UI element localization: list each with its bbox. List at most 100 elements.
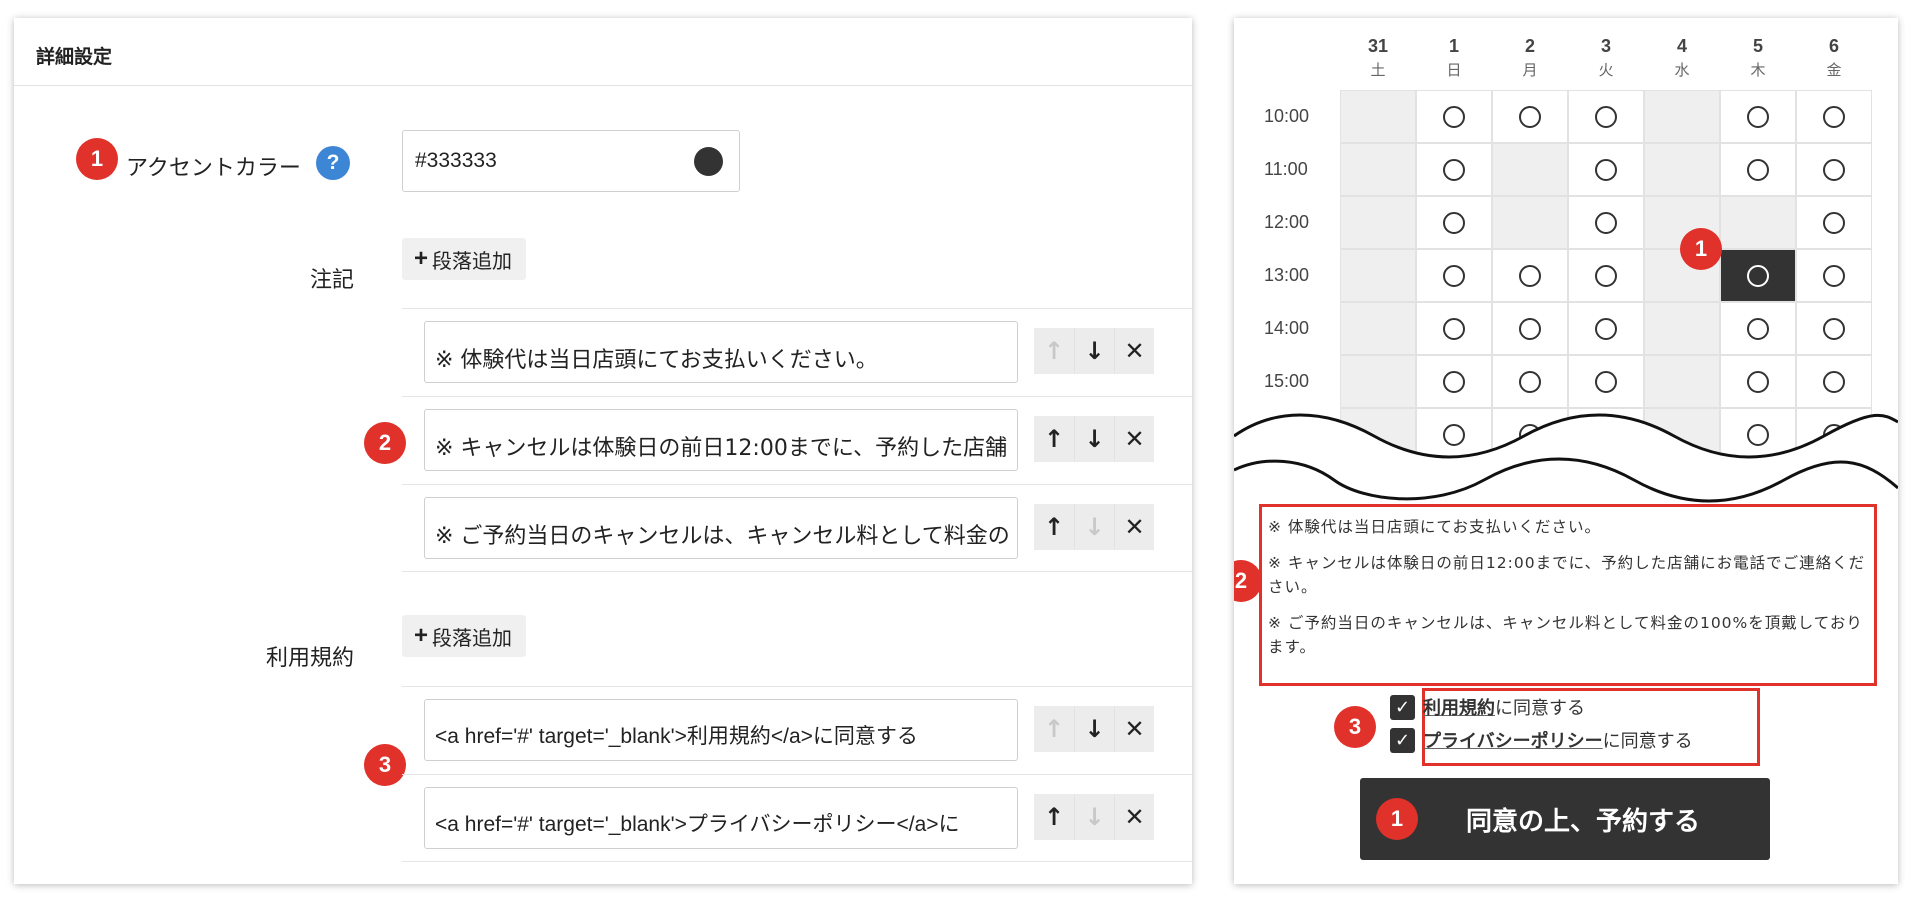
slot-available[interactable] bbox=[1720, 143, 1796, 196]
slot-available[interactable] bbox=[1416, 302, 1492, 355]
remove-button[interactable]: ✕ bbox=[1114, 794, 1154, 840]
paragraph-input[interactable]: <a href='#' target='_blank'>利用規約</a>に同意す… bbox=[424, 699, 1018, 761]
booking-preview-panel: 31 土 1 日 2 月 3 火 4 水 5 木 6 金 10:00 11:00 12:00 13:00 14:00… bbox=[1234, 18, 1898, 884]
note-paragraph: ※ 体験代は当日店頭にてお支払いください。 bbox=[1268, 518, 1601, 536]
slot-available[interactable] bbox=[1568, 143, 1644, 196]
slot-available[interactable] bbox=[1796, 302, 1872, 355]
slot-available[interactable] bbox=[1568, 90, 1644, 143]
move-down-button[interactable]: ↓ bbox=[1074, 504, 1114, 550]
paragraph-input[interactable]: <a href='#' target='_blank'>プライバシーポリシー</… bbox=[424, 787, 1018, 849]
slot-available[interactable] bbox=[1416, 355, 1492, 408]
slot-available[interactable] bbox=[1416, 90, 1492, 143]
remove-button[interactable]: ✕ bbox=[1114, 328, 1154, 374]
day-header: 4水 bbox=[1644, 36, 1720, 80]
privacy-policy-link[interactable]: プライバシーポリシー bbox=[1423, 727, 1603, 753]
slot-unavailable bbox=[1492, 143, 1568, 196]
privacy-consent-row[interactable]: ✓ プライバシーポリシー に同意する bbox=[1390, 727, 1693, 753]
slot-available[interactable] bbox=[1416, 143, 1492, 196]
slot-available[interactable] bbox=[1796, 90, 1872, 143]
paragraph-row: <a href='#' target='_blank'>プライバシーポリシー</… bbox=[402, 774, 1192, 862]
time-label: 10:00 bbox=[1264, 106, 1310, 126]
slot-unavailable bbox=[1644, 355, 1720, 408]
available-circle-icon bbox=[1519, 264, 1541, 287]
slot-available[interactable] bbox=[1492, 302, 1568, 355]
day-header: 1日 bbox=[1416, 36, 1492, 80]
slot-selected[interactable] bbox=[1720, 249, 1796, 302]
terms-add-paragraph-button[interactable]: + 段落追加 bbox=[402, 615, 527, 657]
slot-unavailable bbox=[1340, 249, 1416, 302]
remove-button[interactable]: ✕ bbox=[1114, 416, 1154, 462]
day-header: 31 土 bbox=[1340, 36, 1416, 80]
available-circle-icon bbox=[1747, 370, 1769, 393]
day-number: 31 bbox=[1367, 36, 1389, 56]
available-circle-icon bbox=[1595, 317, 1617, 340]
submit-reservation-button[interactable]: 1 同意の上、予約する bbox=[1360, 778, 1770, 860]
paragraph-input[interactable]: ※ ご予約当日のキャンセルは、キャンセル料として料金の bbox=[424, 497, 1018, 559]
plus-icon: + bbox=[414, 622, 429, 649]
slot-unavailable bbox=[1644, 90, 1720, 143]
slot-available[interactable] bbox=[1568, 249, 1644, 302]
weekday-name: 金 bbox=[1826, 62, 1842, 79]
slot-available[interactable] bbox=[1796, 143, 1872, 196]
paragraph-input[interactable]: ※ 体験代は当日店頭にてお支払いください。 bbox=[424, 321, 1018, 383]
slot-unavailable bbox=[1644, 302, 1720, 355]
remove-button[interactable]: ✕ bbox=[1114, 706, 1154, 752]
add-paragraph-label: 段落追加 bbox=[432, 248, 513, 273]
move-up-button[interactable]: ↑ bbox=[1034, 706, 1074, 752]
available-circle-icon bbox=[1519, 370, 1541, 393]
accent-color-value: #333333 bbox=[415, 149, 497, 172]
paragraph-row: <a href='#' target='_blank'>利用規約</a>に同意す… bbox=[402, 686, 1192, 774]
slot-available[interactable] bbox=[1796, 196, 1872, 249]
checkbox-checked-icon[interactable]: ✓ bbox=[1390, 694, 1415, 720]
move-up-button[interactable]: ↑ bbox=[1034, 794, 1074, 840]
move-up-button[interactable]: ↑ bbox=[1034, 328, 1074, 374]
time-label: 15:00 bbox=[1264, 371, 1310, 391]
available-circle-icon bbox=[1443, 264, 1465, 287]
row-controls: ↑ ↓ ✕ bbox=[1034, 328, 1154, 374]
slot-unavailable bbox=[1340, 302, 1416, 355]
slot-available[interactable] bbox=[1720, 302, 1796, 355]
slot-available[interactable] bbox=[1568, 302, 1644, 355]
slot-available[interactable] bbox=[1492, 355, 1568, 408]
slot-available[interactable] bbox=[1720, 90, 1796, 143]
slot-available[interactable] bbox=[1796, 355, 1872, 408]
consent-suffix: に同意する bbox=[1495, 698, 1585, 719]
available-circle-icon bbox=[1747, 264, 1769, 287]
slot-available[interactable] bbox=[1796, 249, 1872, 302]
available-circle-icon bbox=[1595, 105, 1617, 128]
day-number: 5 bbox=[1752, 36, 1763, 56]
slot-available[interactable] bbox=[1492, 90, 1568, 143]
terms-consent-row[interactable]: ✓ 利用規約 に同意する bbox=[1390, 694, 1585, 720]
day-number: 1 bbox=[1448, 36, 1459, 56]
day-number: 4 bbox=[1676, 36, 1687, 56]
annotation-badge-1: 1 bbox=[1680, 228, 1722, 270]
move-down-button[interactable]: ↓ bbox=[1074, 328, 1114, 374]
day-number: 3 bbox=[1600, 36, 1611, 56]
slot-unavailable bbox=[1720, 196, 1796, 249]
annotation-badge-3: 3 bbox=[1334, 706, 1376, 748]
paragraph-input[interactable]: ※ キャンセルは体験日の前日12:00までに、予約した店舗 bbox=[424, 409, 1018, 471]
move-up-button[interactable]: ↑ bbox=[1034, 504, 1074, 550]
slot-available[interactable] bbox=[1568, 355, 1644, 408]
checkbox-checked-icon[interactable]: ✓ bbox=[1390, 727, 1415, 753]
slot-available[interactable] bbox=[1416, 249, 1492, 302]
slot-available[interactable] bbox=[1492, 249, 1568, 302]
terms-link[interactable]: 利用規約 bbox=[1423, 694, 1495, 720]
slot-available[interactable] bbox=[1568, 196, 1644, 249]
accent-color-input[interactable]: #333333 bbox=[402, 130, 740, 192]
weekday-name: 水 bbox=[1674, 62, 1690, 79]
remove-button[interactable]: ✕ bbox=[1114, 504, 1154, 550]
notes-add-paragraph-button[interactable]: + 段落追加 bbox=[402, 238, 527, 280]
consent-suffix: に同意する bbox=[1602, 731, 1693, 752]
available-circle-icon bbox=[1823, 370, 1845, 393]
color-swatch-icon[interactable] bbox=[694, 147, 723, 176]
slot-available[interactable] bbox=[1416, 196, 1492, 249]
move-down-button[interactable]: ↓ bbox=[1074, 794, 1114, 840]
move-down-button[interactable]: ↓ bbox=[1074, 416, 1114, 462]
annotation-badge-2: 2 bbox=[1234, 560, 1262, 602]
move-down-button[interactable]: ↓ bbox=[1074, 706, 1114, 752]
help-icon[interactable]: ? bbox=[316, 146, 350, 180]
move-up-button[interactable]: ↑ bbox=[1034, 416, 1074, 462]
slot-available[interactable] bbox=[1720, 355, 1796, 408]
available-circle-icon bbox=[1595, 370, 1617, 393]
